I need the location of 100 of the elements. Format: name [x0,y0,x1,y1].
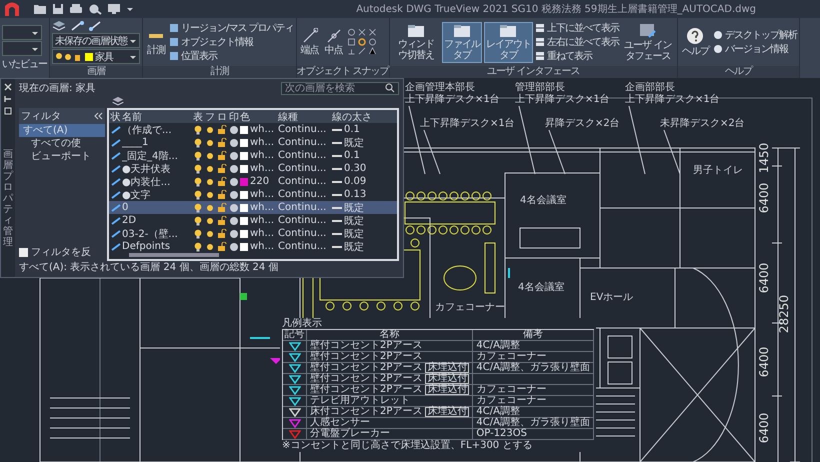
column-header[interactable]: 線種 [278,110,332,124]
legend-note: カフェコーナー [476,385,546,395]
lock-icon[interactable] [217,124,227,134]
lightbulb-icon[interactable] [194,150,202,160]
layer-search-field[interactable]: 次の画層を検索 [281,82,399,95]
column-header[interactable]: 状 [109,110,122,124]
close-icon[interactable] [4,83,12,91]
monitor-icon[interactable] [107,3,121,15]
layer-match-icon[interactable] [70,20,84,32]
ribbon-command[interactable]: 上下に並べて表示 [534,22,619,34]
layer-color-swatch[interactable] [240,178,248,186]
leader-line [548,130,566,174]
layer-color-swatch[interactable] [240,152,248,160]
layer-color-swatch[interactable] [240,138,248,146]
window-stack-icon [534,23,545,33]
help-button[interactable]: ヘルプ [680,25,711,59]
layer-row[interactable]: ____1 wh... Continu... 既定 [109,136,397,149]
lock-icon[interactable] [217,202,227,212]
linetype: Continu... [278,124,328,135]
column-header[interactable]: ロ [216,110,228,124]
lock-icon[interactable] [217,228,227,238]
measure-button[interactable]: 計測 [145,26,167,58]
lock-icon[interactable] [217,164,227,174]
view-item[interactable]: いたビュー [2,57,47,71]
ribbon-command[interactable]: 左右に並べて表示 [534,36,619,48]
layer-row[interactable]: 0 wh... Continu... 既定 [109,201,397,214]
layer-row[interactable]: ●内装仕... 220 Continu... 0.09 [109,175,397,188]
column-header[interactable]: 名前 [122,110,192,124]
layer-color-swatch[interactable] [240,216,248,224]
lock-icon[interactable] [217,176,227,186]
checkbox[interactable] [19,248,28,256]
snap-icons-drawing[interactable] [346,27,377,57]
lightbulb-icon[interactable] [194,124,202,134]
caret-icon[interactable] [126,5,134,13]
legend-header: 備考 [473,330,594,341]
ribbon-command[interactable]: オブジェクト情報 [169,36,294,48]
layer-color-swatch[interactable] [240,230,248,238]
pin-icon[interactable] [4,95,12,103]
lock-icon[interactable] [217,150,227,160]
linetype: Continu... [278,241,328,252]
filter-item[interactable]: すべての使 [19,137,105,150]
annotation-text: 企画管理本部長 [405,82,475,93]
column-header[interactable]: 線の太さ [332,110,397,124]
folder-icon[interactable] [33,3,47,15]
ribbon-command[interactable]: バージョン情報 [712,42,797,56]
layer-state-dropdown[interactable]: 未保存の画層状態 [52,33,140,48]
new-layer-icon[interactable] [111,96,125,107]
layer-color-swatch[interactable] [240,126,248,134]
snap-button[interactable]: 端点 [298,26,321,58]
lightbulb-icon[interactable] [194,228,202,238]
lineweight-sample-icon [332,154,342,156]
properties-icon[interactable] [4,107,12,115]
user-interface-button[interactable]: ユーザ インタフェース [620,20,675,64]
save-icon[interactable] [52,3,64,15]
column-header[interactable]: フ [204,110,216,124]
interface-button[interactable]: レイアウトタブ [484,22,533,62]
layer-stack-icon[interactable] [52,20,66,32]
ribbon-command[interactable]: 重ねて表示 [534,50,619,62]
ribbon-command[interactable]: リージョン/マス プロパティ [169,22,294,34]
layer-row[interactable]: （作成で... wh... Continu... 0.1 [109,123,397,136]
annotation-text: 上下昇降デスク×1台 [625,94,720,105]
layer-color-swatch[interactable] [240,164,248,172]
lineweight: 0.13 [344,189,366,200]
layer-dropdown[interactable]: 家具 [52,49,140,64]
layer-color-swatch[interactable] [240,190,248,198]
lightbulb-icon[interactable] [194,164,202,174]
layer-color-swatch[interactable] [240,204,248,212]
layer-row[interactable]: Defpoints wh... Continu... 既定 [109,240,397,253]
ribbon-command[interactable]: 位置表示 [169,50,294,62]
filter-item[interactable]: すべて(A) [19,124,105,137]
interface-button[interactable]: ウィンドウ切替え [392,22,440,62]
column-header[interactable]: 表 [192,110,204,124]
lightbulb-icon[interactable] [194,138,202,148]
collapse-icon[interactable] [93,112,103,120]
lock-icon[interactable] [217,216,227,226]
lineweight-sample-icon [332,194,342,196]
column-header[interactable]: 色 [240,110,278,124]
layer-row[interactable]: 2D wh... Continu... 既定 [109,214,397,227]
layer-row[interactable]: _固定_4階... wh... Continu... 0.1 [109,149,397,162]
layer-isolate-icon[interactable] [88,20,102,32]
lightbulb-icon[interactable] [194,176,202,186]
layer-row[interactable]: 03-2-（壁... wh... Continu... 既定 [109,227,397,240]
lightbulb-icon[interactable] [194,242,202,252]
filter-item[interactable]: ビューポート [19,150,105,163]
layer-row[interactable]: ●文字 wh... Continu... 0.13 [109,188,397,201]
lock-icon[interactable] [217,242,227,252]
lightbulb-icon[interactable] [194,190,202,200]
ribbon-command[interactable]: デスクトップ解析 [712,28,797,42]
lock-icon[interactable] [217,190,227,200]
lightbulb-icon[interactable] [194,216,202,226]
layer-row[interactable]: ●天井伏表 wh... Continu... 0.30 [109,162,397,175]
interface-button[interactable]: ファイルタブ [442,22,482,62]
magnifier-icon[interactable] [88,3,102,15]
column-header[interactable]: 印 [228,110,240,124]
lock-icon[interactable] [217,138,227,148]
layer-color-swatch[interactable] [240,242,248,250]
scrollbar[interactable] [129,253,219,257]
lightbulb-icon[interactable] [194,202,202,212]
panel-label: 画層 [50,66,142,78]
snap-button[interactable]: 中点 [322,26,345,58]
